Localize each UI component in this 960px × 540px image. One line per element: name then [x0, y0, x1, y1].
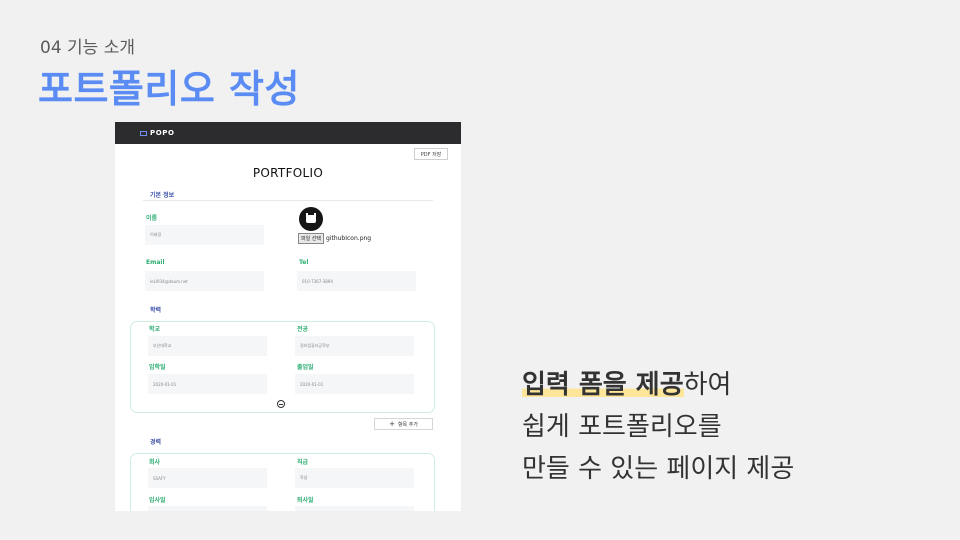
navbar: POPO — [115, 122, 461, 144]
file-name: githubIcon.png — [326, 235, 372, 242]
section-career: 경력 — [150, 439, 162, 446]
section-education: 학력 — [150, 307, 162, 314]
education-card — [130, 321, 435, 413]
tel-label: Tel — [299, 259, 309, 266]
leave-date-label: 퇴사일 — [297, 497, 314, 504]
join-date-input[interactable] — [148, 506, 267, 511]
entry-date-label: 입학일 — [149, 364, 166, 371]
entry-date-input[interactable]: 2020-01-01 — [148, 374, 267, 394]
add-item-label: 항목 추가 — [397, 421, 418, 428]
file-select-button[interactable]: 파일 선택 — [298, 233, 324, 244]
slide-subtitle: 04 기능 소개 — [40, 38, 135, 58]
company-label: 회사 — [149, 459, 161, 466]
position-label: 직급 — [297, 459, 309, 466]
school-input[interactable]: 부산대학교 — [148, 336, 267, 356]
grad-date-input[interactable]: 2020-01-01 — [295, 374, 414, 394]
join-date-label: 입사일 — [149, 497, 166, 504]
leave-date-input[interactable] — [295, 506, 414, 511]
app-screenshot: POPO PDF 저장 PORTFOLIO 기본 정보 이름 이태경 파일 선택… — [115, 122, 461, 511]
remove-item-icon[interactable] — [277, 400, 285, 408]
major-label: 전공 — [297, 326, 309, 333]
section-divider — [143, 200, 433, 201]
email-input[interactable]: leLI934@daum.net — [145, 271, 264, 291]
github-icon — [299, 207, 323, 231]
section-basic-info: 기본 정보 — [150, 192, 175, 199]
position-input[interactable]: 학생 — [295, 468, 414, 488]
slide-title: 포트폴리오 작성 — [38, 67, 300, 111]
slide-description: 입력 폼을 제공하여 쉽게 포트폴리오를 만들 수 있는 페이지 제공 — [522, 364, 794, 490]
add-item-button[interactable]: + 항목 추가 — [374, 418, 433, 430]
page-title: PORTFOLIO — [252, 166, 324, 180]
description-highlight: 입력 폼을 제공 — [522, 370, 684, 400]
plus-icon: + — [389, 420, 395, 428]
name-input[interactable]: 이태경 — [145, 225, 264, 245]
name-label: 이름 — [146, 215, 158, 222]
major-input[interactable]: 정보컴퓨터공학부 — [295, 336, 414, 356]
pdf-save-button[interactable]: PDF 저장 — [414, 148, 448, 160]
description-line3: 만들 수 있는 페이지 제공 — [522, 454, 795, 484]
description-line1: 하여 — [683, 370, 732, 400]
school-label: 학교 — [149, 326, 161, 333]
file-upload: 파일 선택 githubIcon.png — [298, 233, 371, 244]
book-icon — [140, 130, 147, 136]
tel-input[interactable]: 010-7367-3894 — [297, 271, 416, 291]
brand-logo[interactable]: POPO — [150, 129, 175, 137]
company-input[interactable]: SSAFY — [148, 468, 267, 488]
description-line2: 쉽게 포트폴리오를 — [522, 412, 722, 442]
email-label: Email — [146, 259, 165, 266]
grad-date-label: 졸업일 — [297, 364, 314, 371]
